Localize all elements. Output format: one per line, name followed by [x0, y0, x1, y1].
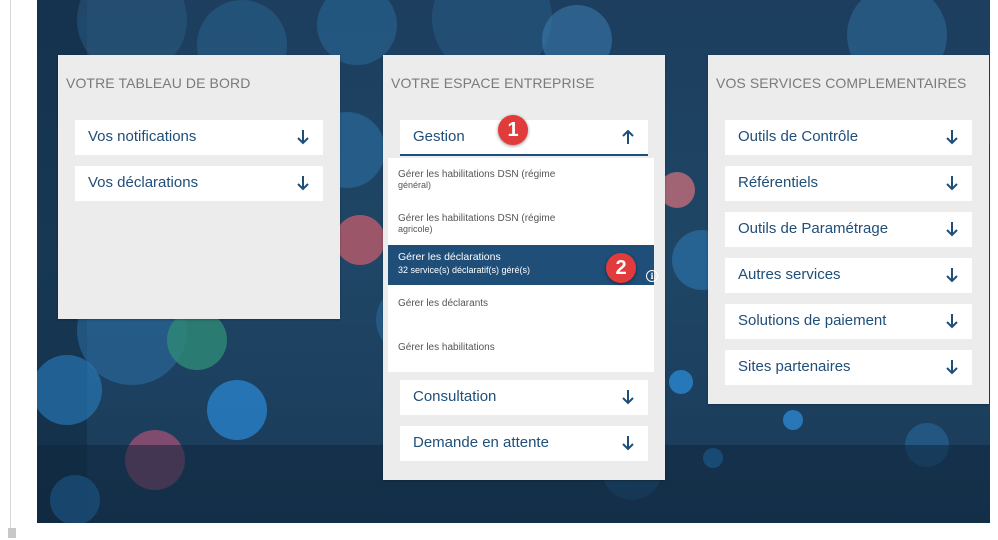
accordion-autres-services[interactable]: Autres services — [725, 258, 972, 293]
accordion-label: Demande en attente — [413, 434, 549, 451]
arrow-down-icon — [946, 130, 958, 145]
accordion-label: Sites partenaires — [738, 358, 851, 375]
arrow-down-icon — [946, 360, 958, 375]
arrow-up-icon — [622, 129, 634, 144]
annotation-badge-2: 2 — [606, 253, 636, 283]
submenu-item-label-2: général) — [398, 180, 432, 190]
submenu-item-gerer-declarants[interactable]: Gérer les déclarants — [388, 298, 654, 309]
accordion-vos-declarations[interactable]: Vos déclarations — [75, 166, 323, 201]
accordion-solutions-de-paiement[interactable]: Solutions de paiement — [725, 304, 972, 339]
accordion-label: Outils de Paramétrage — [738, 220, 889, 237]
submenu-item-label: Gérer les habilitations DSN (régime — [398, 213, 556, 224]
submenu-item-label: Gérer les déclarations — [398, 251, 501, 263]
arrow-down-icon — [946, 268, 958, 283]
accordion-label: Autres services — [738, 266, 841, 283]
submenu-item-label-2: agricole) — [398, 224, 433, 234]
panel-title: VOTRE TABLEAU DE BORD — [66, 75, 251, 91]
accordion-outils-de-parametrage[interactable]: Outils de Paramétrage — [725, 212, 972, 247]
arrow-down-icon — [946, 222, 958, 237]
submenu-item-label: Gérer les habilitations — [398, 342, 495, 353]
accordion-label: Vos notifications — [88, 128, 197, 145]
accordion-vos-notifications[interactable]: Vos notifications — [75, 120, 323, 155]
submenu-item-label: Gérer les déclarants — [398, 298, 489, 309]
accordion-referentiels[interactable]: Référentiels — [725, 166, 972, 201]
annotation-badge-1: 1 — [498, 115, 528, 145]
tableau-de-bord-panel: VOTRE TABLEAU DE BORD Vos notifications … — [58, 55, 340, 319]
accordion-outils-de-controle[interactable]: Outils de Contrôle — [725, 120, 972, 155]
arrow-down-icon — [622, 436, 634, 451]
arrow-down-icon — [622, 390, 634, 405]
accordion-label: Référentiels — [738, 174, 819, 191]
accordion-label: Solutions de paiement — [738, 312, 887, 329]
panel-title: VOTRE ESPACE ENTREPRISE — [391, 75, 595, 91]
page-left-rule — [10, 0, 11, 530]
accordion-sites-partenaires[interactable]: Sites partenaires — [725, 350, 972, 385]
accordion-demande-en-attente[interactable]: Demande en attente — [400, 426, 648, 461]
accordion-label: Vos déclarations — [88, 174, 199, 191]
submenu-item-label: Gérer les habilitations DSN (régime — [398, 169, 556, 180]
accordion-label: Outils de Contrôle — [738, 128, 859, 145]
services-complementaires-panel: VOS SERVICES COMPLEMENTAIRES Outils de C… — [708, 55, 989, 404]
submenu-item-habilitations-dsn-agricole[interactable]: Gérer les habilitations DSN (régime agri… — [388, 213, 654, 235]
accordion-label: Gestion — [413, 128, 465, 145]
arrow-down-icon — [297, 176, 309, 191]
scroll-marker — [8, 528, 16, 538]
accordion-consultation[interactable]: Consultation — [400, 380, 648, 415]
info-icon[interactable]: i — [646, 270, 658, 282]
arrow-down-icon — [297, 130, 309, 145]
submenu-item-habilitations-dsn-general[interactable]: Gérer les habilitations DSN (régime géné… — [388, 169, 654, 191]
arrow-down-icon — [946, 176, 958, 191]
panel-title: VOS SERVICES COMPLEMENTAIRES — [716, 75, 967, 91]
arrow-down-icon — [946, 314, 958, 329]
submenu-item-gerer-habilitations[interactable]: Gérer les habilitations — [388, 342, 654, 353]
accordion-label: Consultation — [413, 388, 497, 405]
